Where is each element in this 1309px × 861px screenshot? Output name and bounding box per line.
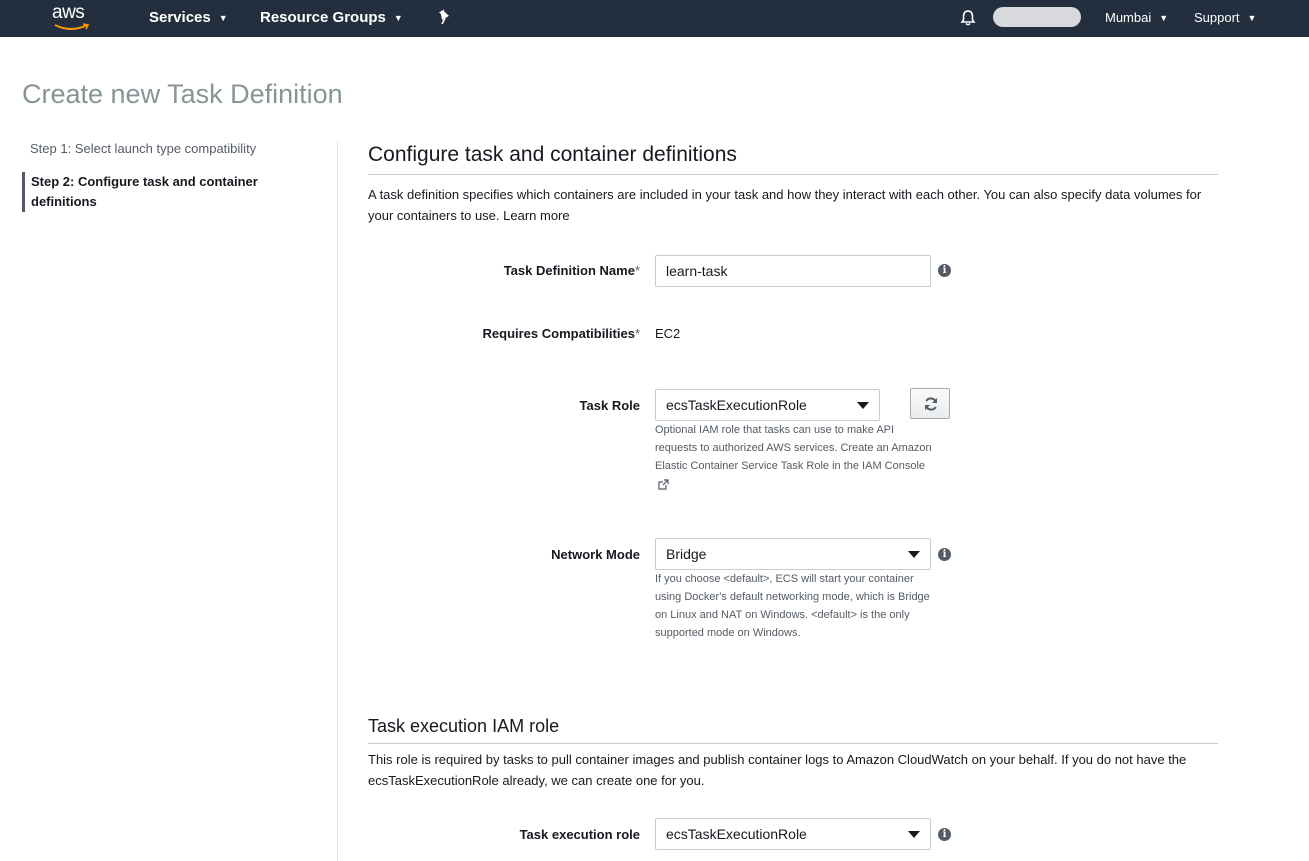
chevron-down-icon: ▼ [1159, 13, 1169, 24]
network-mode-selected-value: Bridge [666, 546, 707, 562]
step-2-current: Step 2: Configure task and container def… [22, 172, 302, 212]
support-label: Support [1194, 10, 1240, 25]
chevron-down-icon: ▼ [218, 12, 228, 23]
info-icon[interactable]: i [938, 264, 951, 277]
required-marker: * [634, 263, 640, 278]
refresh-icon [925, 397, 937, 411]
task-definition-name-label: Task Definition Name* [504, 263, 640, 278]
task-definition-name-label-text: Task Definition Name [503, 263, 635, 278]
info-icon[interactable]: i [938, 548, 951, 561]
services-menu[interactable]: Services ▼ [149, 0, 228, 37]
task-definition-name-input[interactable] [655, 255, 931, 287]
dropdown-arrow-icon [857, 402, 869, 409]
refresh-roles-button[interactable] [910, 388, 950, 419]
configure-description: A task definition specifies which contai… [368, 187, 1202, 223]
bell-icon[interactable] [959, 9, 977, 27]
network-mode-label: Network Mode [551, 547, 640, 562]
network-mode-select[interactable]: Bridge [655, 538, 931, 570]
resource-groups-menu[interactable]: Resource Groups ▼ [260, 0, 403, 37]
network-mode-help: If you choose <default>, ECS will start … [655, 573, 930, 639]
pin-icon[interactable] [437, 9, 453, 27]
region-menu[interactable]: Mumbai ▼ [1105, 0, 1168, 37]
chevron-down-icon: ▼ [1247, 13, 1257, 24]
section-divider [368, 743, 1218, 744]
aws-logo-text: aws [52, 2, 85, 23]
task-role-selected-value: ecsTaskExecutionRole [666, 397, 807, 413]
page-title: Create new Task Definition [22, 79, 343, 109]
services-label: Services [149, 9, 211, 26]
required-marker: * [634, 326, 640, 341]
top-nav-bar: aws Services ▼ Resource Groups ▼ Mumbai ▼ S… [0, 0, 1309, 37]
requires-compatibilities-label-text: Requires Compatibilities [482, 326, 635, 341]
task-execution-role-select[interactable]: ecsTaskExecutionRole [655, 818, 931, 850]
requires-compatibilities-value: EC2 [655, 326, 681, 341]
aws-smile-icon [54, 23, 90, 30]
account-menu[interactable] [993, 7, 1081, 27]
section-divider [368, 174, 1218, 175]
info-icon[interactable]: i [938, 828, 951, 841]
aws-logo[interactable]: aws [52, 2, 96, 32]
execution-role-description: This role is required by tasks to pull c… [368, 752, 1187, 788]
task-execution-role-selected-value: ecsTaskExecutionRole [666, 826, 807, 842]
configure-section-title: Configure task and container definitions [368, 143, 737, 166]
chevron-down-icon: ▼ [393, 12, 403, 23]
task-role-help-text: Optional IAM role that tasks can use to … [655, 424, 932, 472]
region-label: Mumbai [1105, 10, 1152, 25]
task-execution-role-label: Task execution role [519, 827, 640, 842]
resource-groups-label: Resource Groups [260, 9, 386, 26]
step-1-link[interactable]: Step 1: Select launch type compatibility [22, 139, 256, 159]
dropdown-arrow-icon [908, 551, 920, 558]
execution-role-section-title: Task execution IAM role [368, 716, 560, 736]
task-role-label: Task Role [579, 398, 640, 413]
requires-compatibilities-label: Requires Compatibilities* [483, 326, 640, 341]
task-role-select[interactable]: ecsTaskExecutionRole [655, 389, 880, 421]
external-link-icon[interactable] [658, 478, 669, 490]
task-role-help: Optional IAM role that tasks can use to … [655, 421, 935, 493]
column-divider [337, 141, 338, 861]
support-menu[interactable]: Support ▼ [1194, 0, 1256, 37]
dropdown-arrow-icon [908, 831, 920, 838]
